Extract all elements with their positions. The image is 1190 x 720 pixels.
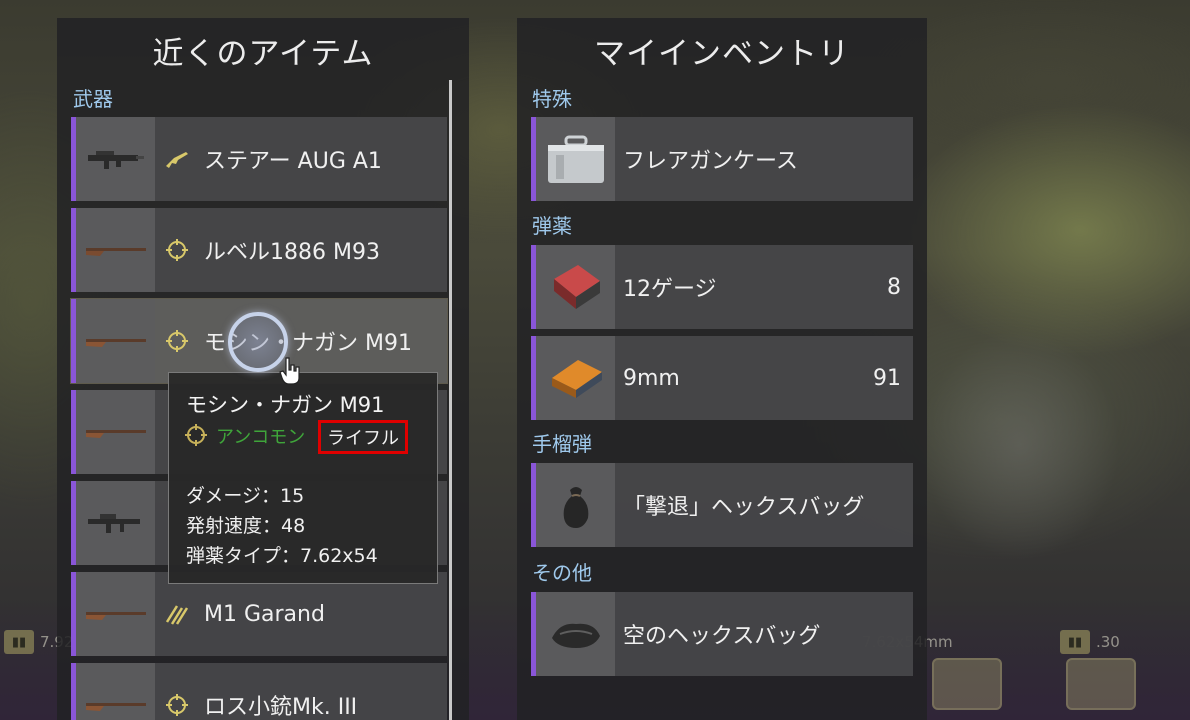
ammo-box-icon: ▮▮ — [1060, 630, 1090, 654]
item-name: 空のヘックスバッグ — [623, 624, 821, 649]
item-thumbnail — [536, 336, 615, 420]
hand-cursor-icon — [278, 356, 304, 386]
item-name: 「撃退」ヘックスバッグ — [623, 495, 865, 520]
item-thumbnail — [536, 463, 615, 547]
ammo-box-icon: ▮▮ — [4, 630, 34, 654]
item-name: M1 Garand — [204, 601, 325, 627]
empty-hex-bag-icon — [551, 623, 600, 648]
rifle-thumbnail-icon — [87, 514, 140, 533]
crosshair-icon — [184, 423, 208, 447]
inventory-item-hex-repulse[interactable]: 「撃退」ヘックスバッグ — [531, 463, 913, 547]
background-ammo-c-text: .30 — [1096, 633, 1120, 651]
tooltip-ammo-type: 弾薬タイプ：7.62x54 — [186, 545, 378, 567]
crosshair-icon — [164, 328, 190, 354]
rifle-thumbnail-icon — [85, 612, 146, 620]
item-name: ステアー AUG A1 — [204, 149, 382, 174]
item-thumbnail — [76, 299, 155, 383]
tooltip-rarity: アンコモン — [216, 427, 306, 448]
inventory-item-12gauge[interactable]: 12ゲージ 8 — [531, 245, 913, 329]
item-name: フレアガンケース — [623, 149, 798, 174]
item-thumbnail — [76, 481, 155, 565]
rifle-thumbnail-icon — [85, 248, 146, 256]
item-thumbnail — [76, 663, 155, 720]
item-name: 12ゲージ — [623, 277, 717, 302]
item-name: 9mm — [623, 365, 680, 391]
item-thumbnail — [536, 117, 615, 201]
inventory-item-flare-case[interactable]: フレアガンケース — [531, 117, 913, 201]
assault-rifle-icon — [164, 146, 190, 172]
tooltip-fire-rate: 発射速度：48 — [186, 515, 306, 537]
nearby-item-row[interactable]: M1 Garand — [71, 572, 447, 656]
section-weapons-label: 武器 — [73, 87, 113, 111]
rifle-thumbnail-icon — [85, 339, 146, 347]
item-name: ロス小銃Mk. III — [204, 695, 358, 720]
item-thumbnail — [536, 592, 615, 676]
flare-case-icon — [547, 135, 604, 183]
item-thumbnail — [76, 390, 155, 474]
item-thumbnail — [536, 245, 615, 329]
rifle-thumbnail-icon — [85, 703, 146, 711]
background-slot — [932, 658, 1002, 710]
tooltip-title: モシン・ナガン M91 — [186, 393, 385, 417]
rifle-thumbnail-icon — [85, 430, 146, 438]
item-tooltip: モシン・ナガン M91 アンコモン ライフル ダメージ：15 発射速度：48 弾… — [168, 372, 438, 584]
hex-bag-icon — [563, 487, 588, 528]
scrollbar[interactable] — [449, 80, 452, 720]
inventory-title: マイインベントリ — [594, 36, 850, 72]
nearby-item-row[interactable]: ロス小銃Mk. III — [71, 663, 447, 720]
pistol-ammo-icon — [551, 360, 602, 398]
item-thumbnail — [76, 117, 155, 201]
section-ammo-label: 弾薬 — [532, 214, 572, 238]
tooltip-damage: ダメージ：15 — [186, 485, 305, 507]
item-quantity: 8 — [887, 274, 901, 300]
background-ground — [920, 330, 1120, 560]
crosshair-icon — [164, 237, 190, 263]
section-special-label: 特殊 — [532, 87, 572, 111]
inventory-item-9mm[interactable]: 9mm 91 — [531, 336, 913, 420]
rifle-thumbnail-icon — [87, 151, 144, 169]
inventory-item-empty-hex[interactable]: 空のヘックスバッグ — [531, 592, 913, 676]
background-slot — [1066, 658, 1136, 710]
section-other-label: その他 — [532, 561, 592, 585]
ammo-clip-icon — [164, 601, 190, 627]
tooltip-type-highlighted: ライフル — [318, 420, 408, 454]
shotgun-shell-icon — [553, 265, 600, 309]
item-thumbnail — [76, 572, 155, 656]
item-thumbnail — [76, 208, 155, 292]
section-grenade-label: 手榴弾 — [532, 432, 592, 456]
item-quantity: 91 — [873, 365, 901, 391]
item-name: ルベル1886 M93 — [204, 240, 380, 265]
background-ammo-label-c: ▮▮ .30 — [1060, 622, 1120, 662]
crosshair-icon — [164, 692, 190, 718]
nearby-items-title: 近くのアイテム — [152, 36, 374, 72]
nearby-item-row[interactable]: ルベル1886 M93 — [71, 208, 447, 292]
nearby-item-row[interactable]: ステアー AUG A1 — [71, 117, 447, 201]
